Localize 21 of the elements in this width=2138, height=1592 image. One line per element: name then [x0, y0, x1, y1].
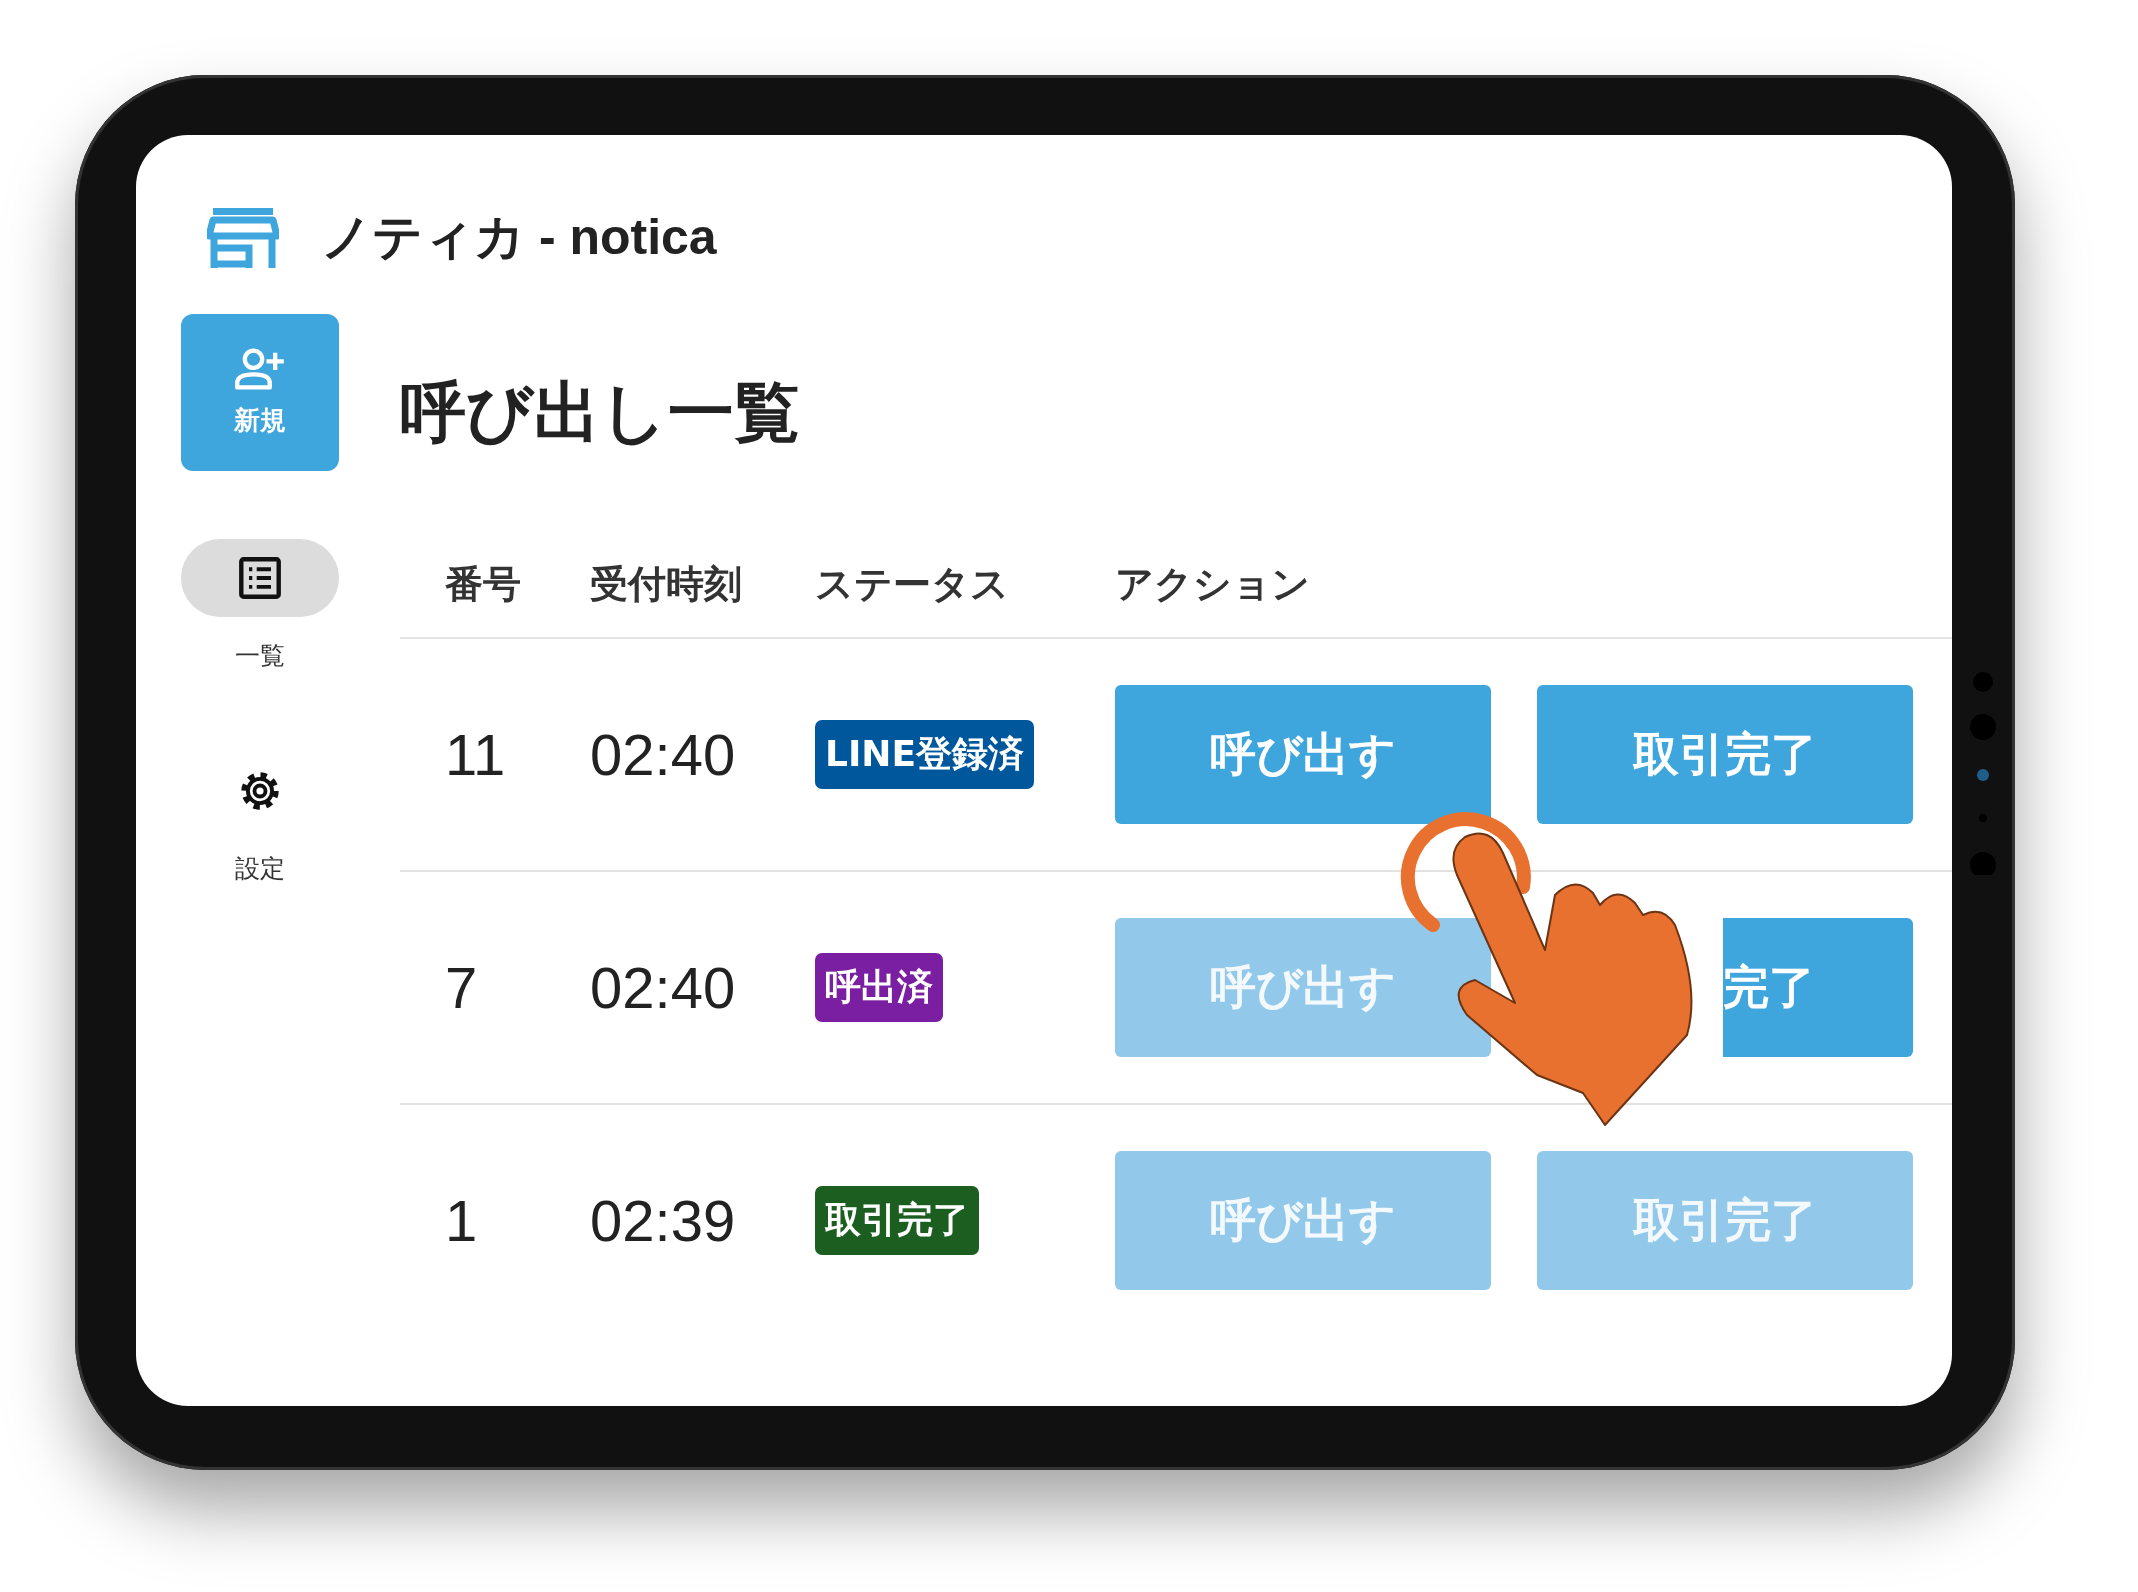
complete-button[interactable]: 取引完了 [1537, 685, 1913, 824]
status-badge: 呼出済 [815, 953, 943, 1022]
status-badge: LINE登録済 [815, 720, 1035, 789]
status-badge: 取引完了 [815, 1186, 979, 1255]
number-cell-text: 1 [445, 1187, 479, 1254]
app-title: ノティカ - notica [321, 208, 717, 267]
column-header: 受付時刻 [590, 561, 743, 608]
nav-label[interactable]: 設定 [235, 852, 285, 885]
new-button[interactable]: 新規 [181, 314, 339, 471]
column-header: ステータス [815, 561, 1010, 608]
column-header: アクション [1115, 561, 1311, 608]
nav-label[interactable]: 一覧 [235, 639, 285, 672]
column-header: 番号 [445, 561, 522, 608]
call-button[interactable]: 呼び出す [1115, 685, 1491, 824]
number-cell-text: 7 [445, 954, 479, 1021]
page-title: 呼び出し一覧 [400, 372, 801, 453]
time-cell-text: 02:39 [590, 1187, 737, 1254]
time-cell-text: 02:40 [590, 954, 737, 1021]
number-cell-text: 11 [445, 721, 507, 788]
time-cell-text: 02:40 [590, 721, 737, 788]
complete-button[interactable]: 完了 [1723, 918, 1913, 1057]
